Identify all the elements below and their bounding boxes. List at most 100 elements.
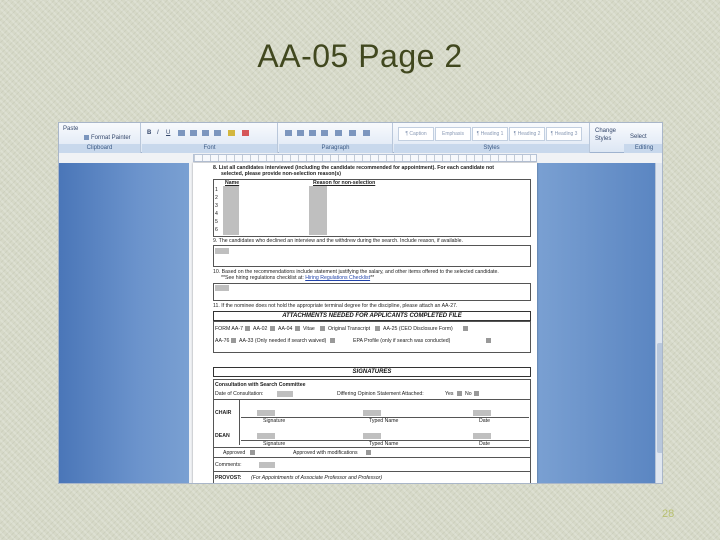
comments-field[interactable] <box>259 462 275 468</box>
item-9: 9. The candidates who declined an interv… <box>213 238 463 244</box>
align-left-icon[interactable] <box>285 130 292 136</box>
divider <box>213 399 531 400</box>
strikethrough-icon[interactable] <box>178 130 185 136</box>
editing-label: Editing <box>624 144 662 153</box>
chair-date-caption: Date <box>479 418 490 424</box>
provost-note: (For Appointments of Associate Professor… <box>251 475 383 481</box>
style-heading-3[interactable]: ¶ Heading 3 <box>546 127 582 141</box>
date-consultation-label: Date of Consultation: <box>215 391 264 397</box>
slide-title: AA-05 Page 2 <box>257 38 463 74</box>
select-button[interactable]: Select <box>630 133 647 141</box>
row-number: 3 <box>215 203 218 209</box>
font-color-icon[interactable] <box>242 130 249 136</box>
style-heading-1[interactable]: ¶ Heading 1 <box>472 127 508 141</box>
horizontal-ruler[interactable] <box>193 154 537 162</box>
hiring-checklist-link[interactable]: Hiring Regulations Checklist <box>305 275 370 281</box>
dean-name-field[interactable] <box>363 433 381 439</box>
attach-form-aa7: FORM AA-7 <box>215 326 243 332</box>
item-10-note: **See hiring regulations checklist at: <box>221 275 304 281</box>
attach-aa33: AA-33 (Only needed if search waived) <box>239 338 327 344</box>
format-painter-icon <box>84 135 89 140</box>
align-center-icon[interactable] <box>297 130 304 136</box>
no-checkbox[interactable] <box>474 391 479 396</box>
row-number: 2 <box>215 195 218 201</box>
chair-label: CHAIR <box>215 410 232 416</box>
superscript-icon[interactable] <box>202 130 209 136</box>
item-9-field[interactable] <box>215 248 229 254</box>
italic-button[interactable]: I <box>157 129 159 137</box>
item-8-line-2: selected, please provide non-selection r… <box>221 171 341 177</box>
font-label: Font <box>142 144 277 153</box>
approved-label: Approved <box>223 450 246 456</box>
checkbox[interactable] <box>486 338 491 343</box>
align-right-icon[interactable] <box>309 130 316 136</box>
style-caption[interactable]: ¶ Caption <box>398 127 434 141</box>
date-consultation-field[interactable] <box>277 391 293 397</box>
candidates-table <box>213 179 531 237</box>
item-10-field[interactable] <box>215 285 229 291</box>
checkbox[interactable] <box>270 326 275 331</box>
comments-label: Comments: <box>215 462 242 468</box>
change-styles-button[interactable]: Change Styles <box>595 127 621 143</box>
checkbox[interactable] <box>330 338 335 343</box>
yes-checkbox[interactable] <box>457 391 462 396</box>
justify-icon[interactable] <box>321 130 328 136</box>
attach-transcript: Original Transcript <box>328 326 371 332</box>
checkbox[interactable] <box>231 338 236 343</box>
attach-aa02: AA-02 <box>253 326 268 332</box>
item-10-line-2: **See hiring regulations checklist at: H… <box>221 275 374 281</box>
dean-label: DEAN <box>215 433 230 439</box>
subscript-icon[interactable] <box>190 130 197 136</box>
styles-group: ¶ Caption Emphasis ¶ Heading 1 ¶ Heading… <box>394 123 590 153</box>
row-number: 5 <box>215 219 218 225</box>
clipboard-group: Paste Format Painter Clipboard <box>59 123 141 153</box>
shading-icon[interactable] <box>349 130 356 136</box>
line-spacing-icon[interactable] <box>335 130 342 136</box>
checkbox[interactable] <box>320 326 325 331</box>
paragraph-group: Paragraph <box>279 123 393 153</box>
vertical-scrollbar[interactable] <box>655 163 662 483</box>
dean-date-field[interactable] <box>473 433 491 439</box>
signatures-banner: SIGNATURES <box>213 367 531 377</box>
checkbox[interactable] <box>295 326 300 331</box>
consultation-heading: Consultation with Search Committee <box>215 382 306 388</box>
highlight-icon[interactable] <box>228 130 235 136</box>
attach-vitae: Vitae <box>303 326 315 332</box>
scroll-thumb[interactable] <box>657 343 662 453</box>
yes-label: Yes <box>445 391 454 397</box>
checkbox[interactable] <box>375 326 380 331</box>
approved-modifications-checkbox[interactable] <box>366 450 371 455</box>
workspace-left <box>59 163 189 483</box>
item-9-box <box>213 245 531 267</box>
dean-signature-field[interactable] <box>257 433 275 439</box>
differing-opinion-label: Differing Opinion Statement Attached: <box>337 391 424 397</box>
change-case-icon[interactable] <box>214 130 221 136</box>
underline-button[interactable]: U <box>166 129 170 137</box>
paragraph-label: Paragraph <box>279 144 392 153</box>
format-painter-button[interactable]: Format Painter <box>91 134 131 142</box>
checkbox[interactable] <box>245 326 250 331</box>
divider <box>213 447 531 448</box>
attach-epa: EPA Profile (only if search was conducte… <box>353 338 451 344</box>
approved-checkbox[interactable] <box>250 450 255 455</box>
name-shaded-cells[interactable] <box>223 186 239 235</box>
reason-shaded-cells[interactable] <box>309 186 327 235</box>
borders-icon[interactable] <box>363 130 370 136</box>
bold-button[interactable]: B <box>147 129 151 137</box>
chair-name-field[interactable] <box>363 410 381 416</box>
workspace-right <box>537 163 655 483</box>
divider <box>213 471 531 472</box>
chair-signature-field[interactable] <box>257 410 275 416</box>
row-number: 6 <box>215 227 218 233</box>
clipboard-label: Clipboard <box>59 144 140 153</box>
document-page[interactable]: 8. List all candidates interviewed (incl… <box>193 163 537 483</box>
style-emphasis[interactable]: Emphasis <box>435 127 471 141</box>
style-heading-2[interactable]: ¶ Heading 2 <box>509 127 545 141</box>
chair-date-field[interactable] <box>473 410 491 416</box>
checkbox[interactable] <box>463 326 468 331</box>
ribbon: Paste Format Painter Clipboard B I U Fon… <box>59 123 662 153</box>
item-11: 11. If the nominee does not hold the app… <box>213 303 458 309</box>
row-number: 1 <box>215 187 218 193</box>
slide-page-number: 28 <box>662 508 675 520</box>
paste-button[interactable]: Paste <box>63 125 78 133</box>
